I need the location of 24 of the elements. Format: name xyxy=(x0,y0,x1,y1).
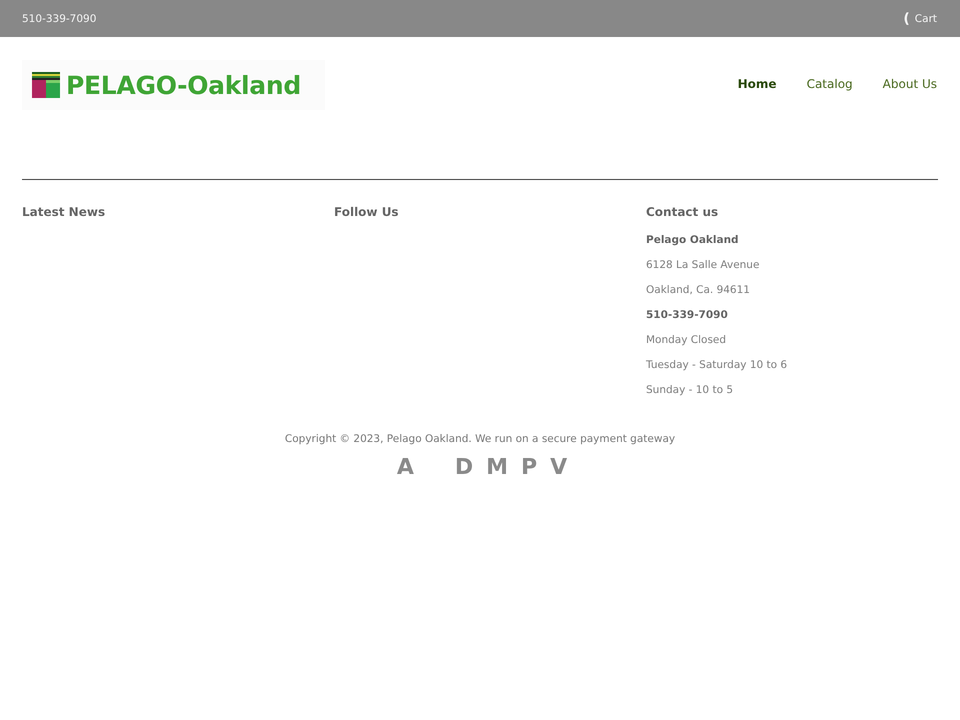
contact-line: 6128 La Salle Avenue xyxy=(646,258,760,273)
striped-logo-icon xyxy=(32,72,60,98)
footer-heading: Follow Us xyxy=(334,204,399,220)
footer-heading: Latest News xyxy=(22,204,106,220)
payment-letter: P xyxy=(521,455,538,481)
cart-link[interactable]: ( Cart xyxy=(903,12,937,26)
logo-text: PELAGO-Oakland xyxy=(66,70,301,100)
nav-link[interactable]: Catalog xyxy=(806,77,853,91)
contact-line: 510-339-7090 xyxy=(646,308,728,323)
footer-heading: Contact us xyxy=(646,204,718,220)
nav-link[interactable]: Home xyxy=(738,77,777,91)
phone-number: 510-339-7090 xyxy=(22,12,96,24)
contact-line: Pelago Oakland xyxy=(646,233,739,248)
contact-line: Monday Closed xyxy=(646,333,726,348)
payment-letter: V xyxy=(550,455,568,481)
bracket-icon: ( xyxy=(903,12,910,26)
payment-letter: A xyxy=(396,455,414,481)
payment-letter: M xyxy=(486,455,508,481)
contact-line: Sunday - 10 to 5 xyxy=(646,383,734,398)
nav-link[interactable]: About Us xyxy=(882,77,937,91)
payment-letter: D xyxy=(454,455,474,481)
contact-line: Tuesday - Saturday 10 to 6 xyxy=(646,358,788,373)
contact-line: Oakland, Ca. 94611 xyxy=(646,283,750,298)
copyright-text: Copyright © 2023, Pelago Oakland. We run on a secure payment gateway xyxy=(284,432,676,446)
